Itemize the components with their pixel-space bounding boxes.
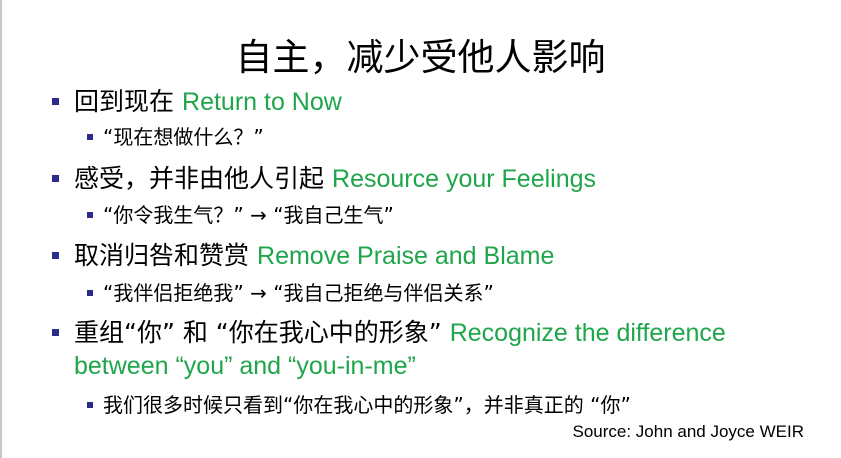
sub-bullet-square-icon xyxy=(87,212,93,218)
slide-title: 自主，减少受他人影响 xyxy=(235,36,606,79)
bullet-square-icon xyxy=(52,329,59,336)
sub-bullet-item-2: “你令我生气？” → “我自己生气” xyxy=(103,203,394,227)
bullet-item-4-english: Recognize the difference xyxy=(449,319,726,347)
bullet-item-3-english: Remove Praise and Blame xyxy=(257,242,555,270)
bullet-item-2-english: Resource your Feelings xyxy=(332,165,597,193)
bullet-square-icon xyxy=(52,175,59,182)
bullet-item-4: 重组“你” 和 “你在我心中的形象” Recognize the differen… xyxy=(74,317,726,349)
bullet-item-4-chinese: 重组“你” 和 “你在我心中的形象” xyxy=(74,318,442,347)
bullet-item-4-english-continued: between “you” and “you-in-me” xyxy=(74,352,416,380)
source-citation: Source: John and Joyce WEIR xyxy=(572,422,804,441)
sub-bullet-item-1: “现在想做什么？” xyxy=(103,125,264,149)
bullet-item-1-chinese: 回到现在 xyxy=(74,87,175,116)
bullet-item-1-english: Return to Now xyxy=(182,88,342,116)
sub-bullet-square-icon xyxy=(87,402,93,408)
sub-bullet-square-icon xyxy=(87,134,93,140)
bullet-item-2: 感受，并非由他人引起 Resource your Feelings xyxy=(74,163,596,195)
bullet-item-1: 回到现在 Return to Now xyxy=(74,86,342,118)
bullet-square-icon xyxy=(52,252,59,259)
bullet-square-icon xyxy=(52,98,59,105)
bullet-item-3-chinese: 取消归咎和赞赏 xyxy=(74,241,250,270)
sub-bullet-square-icon xyxy=(87,290,93,296)
sub-bullet-item-4: 我们很多时候只看到“你在我心中的形象”，并非真正的 “你” xyxy=(103,393,631,417)
bullet-item-2-chinese: 感受，并非由他人引起 xyxy=(74,164,325,193)
sub-bullet-item-3: “我伴侣拒绝我” → “我自己拒绝与伴侣关系” xyxy=(103,281,494,305)
bullet-item-3: 取消归咎和赞赏 Remove Praise and Blame xyxy=(74,240,554,272)
